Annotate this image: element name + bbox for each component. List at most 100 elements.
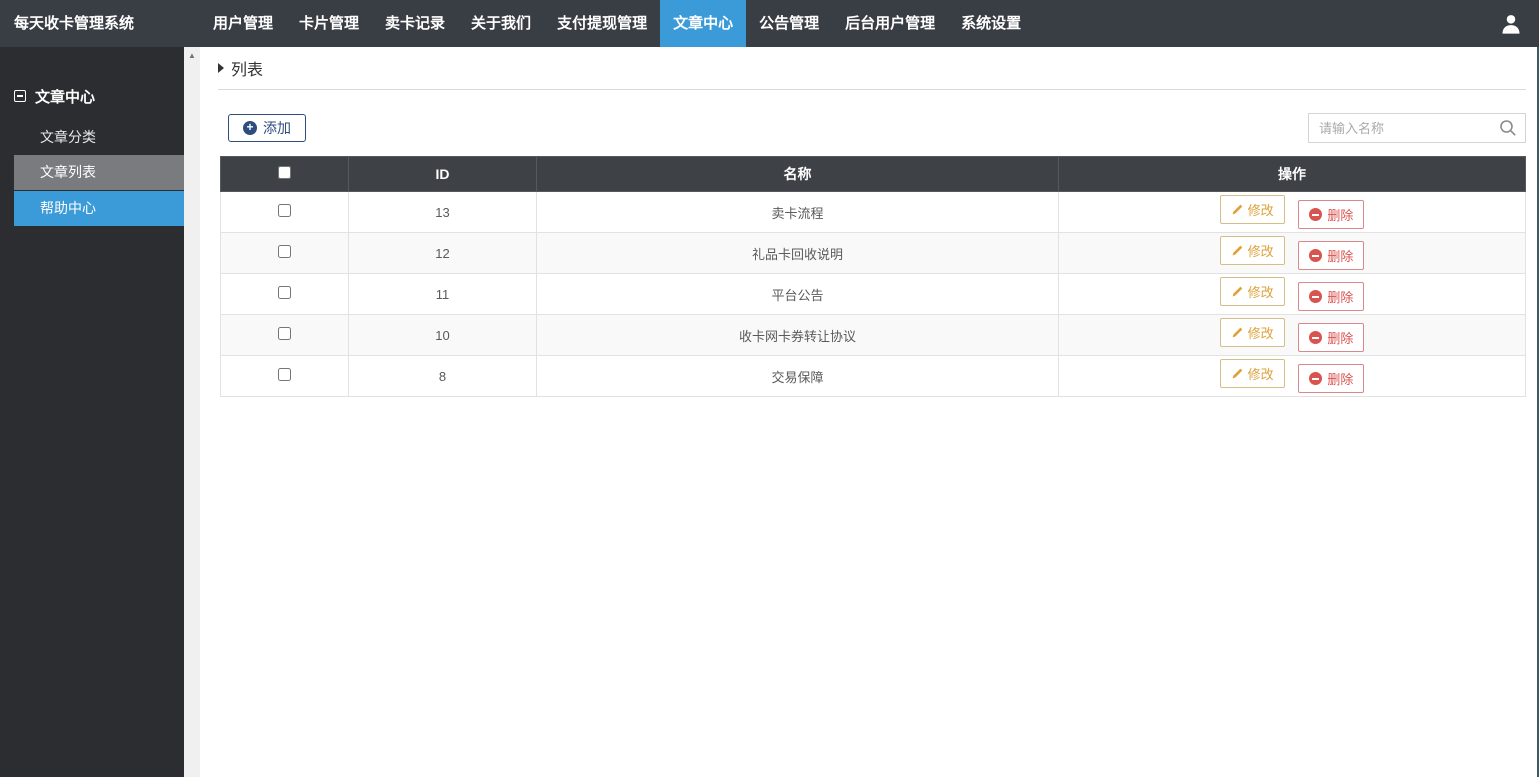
table-row: 13 卖卡流程 修改 删除 [221, 192, 1526, 233]
edit-button-label: 修改 [1248, 200, 1274, 219]
row-name: 礼品卡回收说明 [537, 233, 1059, 274]
row-id: 12 [349, 233, 537, 274]
row-name: 交易保障 [537, 356, 1059, 397]
nav-item[interactable]: 系统设置 [948, 0, 1034, 47]
search-input[interactable] [1308, 113, 1526, 143]
edit-button[interactable]: 修改 [1220, 195, 1285, 224]
pencil-icon [1231, 204, 1243, 216]
row-id: 8 [349, 356, 537, 397]
table-row: 10 收卡网卡券转让协议 修改 删除 [221, 315, 1526, 356]
sidebar-item[interactable]: 文章列表 [14, 155, 184, 190]
user-avatar-button[interactable] [1483, 0, 1539, 47]
nav-item[interactable]: 后台用户管理 [832, 0, 948, 47]
row-actions: 修改 删除 [1059, 274, 1526, 315]
pencil-icon [1231, 327, 1243, 339]
delete-button-label: 删除 [1327, 246, 1353, 265]
main-content: 列表 + 添加 ID 名称 操作 [200, 47, 1539, 777]
row-name: 卖卡流程 [537, 192, 1059, 233]
pencil-icon [1231, 286, 1243, 298]
row-checkbox-cell [221, 315, 349, 356]
row-name: 收卡网卡券转让协议 [537, 315, 1059, 356]
row-actions: 修改 删除 [1059, 233, 1526, 274]
row-checkbox[interactable] [278, 204, 291, 217]
row-checkbox-cell [221, 233, 349, 274]
row-checkbox[interactable] [278, 286, 291, 299]
page-title: 列表 [231, 56, 263, 80]
search-icon[interactable] [1498, 118, 1518, 138]
nav-item-label: 系统设置 [961, 15, 1021, 32]
row-id: 10 [349, 315, 537, 356]
nav-item-label: 后台用户管理 [845, 15, 935, 32]
nav-item[interactable]: 关于我们 [458, 0, 544, 47]
nav-item-label: 文章中心 [673, 15, 733, 32]
table-row: 12 礼品卡回收说明 修改 删除 [221, 233, 1526, 274]
nav-item-label: 卖卡记录 [385, 15, 445, 32]
row-checkbox-cell [221, 192, 349, 233]
minus-circle-icon [1309, 372, 1322, 385]
nav-item[interactable]: 用户管理 [200, 0, 286, 47]
row-actions: 修改 删除 [1059, 356, 1526, 397]
minus-circle-icon [1309, 208, 1322, 221]
nav-item[interactable]: 卖卡记录 [372, 0, 458, 47]
scroll-up-arrow-icon[interactable]: ▲ [184, 47, 200, 64]
header-actions: 操作 [1059, 157, 1526, 192]
row-checkbox[interactable] [278, 327, 291, 340]
add-button[interactable]: + 添加 [228, 114, 306, 142]
select-all-checkbox[interactable] [278, 166, 291, 179]
row-name: 平台公告 [537, 274, 1059, 315]
page-title-bar: 列表 [218, 47, 1526, 90]
edit-button[interactable]: 修改 [1220, 277, 1285, 306]
delete-button[interactable]: 删除 [1298, 200, 1364, 229]
delete-button[interactable]: 删除 [1298, 282, 1364, 311]
pencil-icon [1231, 245, 1243, 257]
add-button-label: 添加 [263, 118, 291, 138]
row-checkbox[interactable] [278, 368, 291, 381]
article-table-wrap: ID 名称 操作 13 卖卡流程 修改 删除 [220, 156, 1526, 397]
row-id: 11 [349, 274, 537, 315]
delete-button[interactable]: 删除 [1298, 364, 1364, 393]
edit-button-label: 修改 [1248, 282, 1274, 301]
header-checkbox-cell [221, 157, 349, 192]
row-checkbox-cell [221, 356, 349, 397]
row-id: 13 [349, 192, 537, 233]
sidebar-item[interactable]: 文章分类 [0, 120, 184, 155]
nav-item-label: 卡片管理 [299, 15, 359, 32]
minus-circle-icon [1309, 331, 1322, 344]
minus-circle-icon [1309, 249, 1322, 262]
nav-item[interactable]: 卡片管理 [286, 0, 372, 47]
sidebar-section-label: 文章中心 [35, 86, 95, 107]
header-name: 名称 [537, 157, 1059, 192]
content-scrollbar[interactable]: ▲ [184, 47, 200, 777]
delete-button[interactable]: 删除 [1298, 323, 1364, 352]
delete-button-label: 删除 [1327, 205, 1353, 224]
top-navbar: 每天收卡管理系统 用户管理 卡片管理 卖卡记录 关于我们 支付提现管理 文章中心… [0, 0, 1539, 47]
edit-button[interactable]: 修改 [1220, 236, 1285, 265]
main-nav: 用户管理 卡片管理 卖卡记录 关于我们 支付提现管理 文章中心 公告管理 后台用… [200, 0, 1483, 47]
sidebar-section-article-center[interactable]: 文章中心 [14, 85, 184, 107]
nav-item[interactable]: 公告管理 [746, 0, 832, 47]
app-title: 每天收卡管理系统 [0, 0, 200, 47]
sidebar-menu: 文章分类文章列表帮助中心 [0, 120, 184, 226]
table-row: 8 交易保障 修改 删除 [221, 356, 1526, 397]
nav-item-label: 用户管理 [213, 15, 273, 32]
row-checkbox[interactable] [278, 245, 291, 258]
nav-item[interactable]: 支付提现管理 [544, 0, 660, 47]
pencil-icon [1231, 368, 1243, 380]
nav-item-label: 公告管理 [759, 15, 819, 32]
table-header-row: ID 名称 操作 [221, 157, 1526, 192]
header-id: ID [349, 157, 537, 192]
nav-item[interactable]: 文章中心 [660, 0, 746, 47]
plus-circle-icon: + [243, 121, 257, 135]
edit-button-label: 修改 [1248, 241, 1274, 260]
minus-circle-icon [1309, 290, 1322, 303]
article-table: ID 名称 操作 13 卖卡流程 修改 删除 [220, 156, 1526, 397]
delete-button[interactable]: 删除 [1298, 241, 1364, 270]
edit-button[interactable]: 修改 [1220, 359, 1285, 388]
delete-button-label: 删除 [1327, 287, 1353, 306]
toolbar: + 添加 [228, 113, 1526, 143]
edit-button[interactable]: 修改 [1220, 318, 1285, 347]
sidebar-item[interactable]: 帮助中心 [14, 191, 184, 226]
edit-button-label: 修改 [1248, 364, 1274, 383]
sidebar: 文章中心 文章分类文章列表帮助中心 [0, 47, 184, 777]
row-actions: 修改 删除 [1059, 315, 1526, 356]
